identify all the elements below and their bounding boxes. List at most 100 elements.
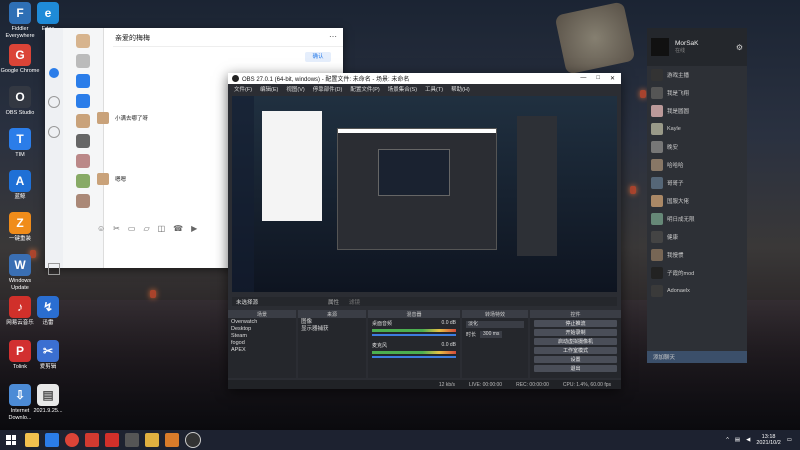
scene-item[interactable]: Steam [231,333,293,340]
virtual-camera-button[interactable]: 启动虚拟摄像机 [534,338,617,345]
more-icon[interactable]: ⋯ [329,32,337,41]
source-item[interactable]: 显示器捕获 [301,326,363,333]
notification-icon[interactable]: ▭ [787,437,792,443]
contact-row[interactable]: 明日成无限 [647,210,747,228]
user-status: 在线 [675,48,686,54]
volume-slider[interactable] [372,334,456,336]
cloud-icon[interactable] [48,126,60,138]
contact-row[interactable]: 我是圆圆 [647,102,747,120]
scissors-icon[interactable]: ✂ [113,224,120,233]
obs-taskbar-icon[interactable] [185,432,201,448]
image-icon[interactable]: ▭ [128,224,136,233]
desktop-icon-reinstall[interactable]: Z 一键重装 [0,212,40,243]
video-icon[interactable]: ▶ [191,224,197,233]
contact-avatar[interactable] [76,134,90,148]
chrome-icon[interactable] [65,433,79,447]
menu-tools[interactable]: 工具(T) [425,85,443,93]
menu-file[interactable]: 文件(F) [234,85,252,93]
system-tray: ^ ▤ ◀ 13:18 2021/10/2 ▭ [726,434,800,446]
phone-icon[interactable]: ☎ [173,224,183,233]
contact-row[interactable]: 我是飞翔 [647,84,747,102]
app-icon[interactable] [105,433,119,447]
gear-icon[interactable]: ⚙ [736,43,743,52]
mixer-db: 0.0 dB [441,342,456,348]
contact-avatar[interactable] [76,74,90,88]
source-item[interactable]: 图像 [301,319,363,326]
contact-row[interactable]: 国服大佬 [647,192,747,210]
desktop-icon-thunder[interactable]: ↯ 迅雷 [28,296,68,327]
desktop-icon-app[interactable]: A 蓝鲸 [0,170,40,201]
contact-row[interactable]: 健康 [647,228,747,246]
maximize-icon[interactable]: □ [596,75,600,82]
menu-view[interactable]: 视图(V) [286,85,304,93]
clock[interactable]: 13:18 2021/10/2 [756,434,780,446]
screen-icon[interactable]: ◫ [158,224,166,233]
steam-icon[interactable] [125,433,139,447]
menu-scene-collection[interactable]: 场景集合(S) [388,85,417,93]
contact-row[interactable]: 晚安 [647,138,747,156]
folder-icon[interactable]: ▱ [143,224,149,233]
contact-avatar[interactable] [76,34,90,48]
mail-icon[interactable] [45,433,59,447]
tray-arrow-icon[interactable]: ^ [726,437,729,443]
contacts-icon[interactable] [48,96,60,108]
transition-select[interactable]: 淡化 [466,321,524,328]
contact-avatar[interactable] [76,194,90,208]
desktop-icon-editor[interactable]: ✂ 爱剪辑 [28,340,68,371]
scene-item[interactable]: Overwatch [231,319,293,326]
scene-item[interactable]: Desktop [231,326,293,333]
explorer-icon[interactable] [25,433,39,447]
duration-input[interactable]: 300 ms [480,331,503,338]
menu-edit[interactable]: 编辑(E) [260,85,278,93]
contact-avatar[interactable] [76,54,90,68]
contact-avatar[interactable] [76,154,90,168]
desktop-icon-obs[interactable]: O OBS Studio [0,86,40,117]
menu-profile[interactable]: 配置文件(P) [350,85,379,93]
studio-mode-button[interactable]: 工作室模式 [534,347,617,354]
app-icon[interactable] [165,433,179,447]
add-chat-button[interactable]: 添加聊天 [647,351,747,363]
app-icon[interactable] [145,433,159,447]
settings-button[interactable]: 设置 [534,356,617,363]
confirm-button[interactable]: 确认 [305,52,331,62]
minimize-icon[interactable]: — [580,75,586,82]
properties-button[interactable]: 属性 [328,298,339,306]
start-recording-button[interactable]: 开始录制 [534,329,617,336]
filters-button[interactable]: 滤镜 [349,298,360,306]
exit-button[interactable]: 退出 [534,365,617,372]
volume-icon[interactable]: ◀ [746,437,750,443]
menu-docks[interactable]: 停靠部件(D) [313,85,343,93]
music-icon[interactable] [85,433,99,447]
volume-slider[interactable] [372,356,456,358]
scene-item[interactable]: APEX [231,347,293,354]
scene-item[interactable]: fogod [231,340,293,347]
menu-icon[interactable] [48,263,60,275]
source-toolbar: 未选择源 属性 滤镜 [232,297,617,306]
right-chat-header: MorSaK 在线 ⚙ [647,28,747,66]
chat-icon[interactable] [49,68,59,78]
desktop-icon-tim[interactable]: T TIM [0,128,40,159]
contact-avatar[interactable] [76,114,90,128]
stop-stream-button[interactable]: 停止推流 [534,320,617,327]
desktop-icon-file[interactable]: ▤ 2021.9.25... [28,384,68,415]
contact-row[interactable]: 哈哈哈 [647,156,747,174]
contact-row[interactable]: 子霞的mod [647,264,747,282]
network-icon[interactable]: ▤ [735,437,740,443]
desktop-icon-chrome[interactable]: G Google Chrome [0,44,40,75]
user-avatar[interactable] [651,38,669,56]
desktop-icon-update[interactable]: W Windows Update [0,254,40,292]
emoji-icon[interactable]: ☺ [97,224,105,233]
contact-row[interactable]: 游戏主播 [647,66,747,84]
obs-preview[interactable] [232,96,617,292]
contact-row[interactable]: Kayle [647,120,747,138]
contact-avatar[interactable] [76,94,90,108]
username: MorSaK [675,40,699,47]
contact-row[interactable]: Adonaelx [647,282,747,300]
contact-avatar[interactable] [76,174,90,188]
start-icon[interactable] [6,435,16,445]
close-icon[interactable]: ✕ [610,75,615,82]
contact-row[interactable]: 哥哥子 [647,174,747,192]
menu-help[interactable]: 帮助(H) [451,85,470,93]
duration-label: 时长 [466,332,477,338]
contact-row[interactable]: 我慢惯 [647,246,747,264]
